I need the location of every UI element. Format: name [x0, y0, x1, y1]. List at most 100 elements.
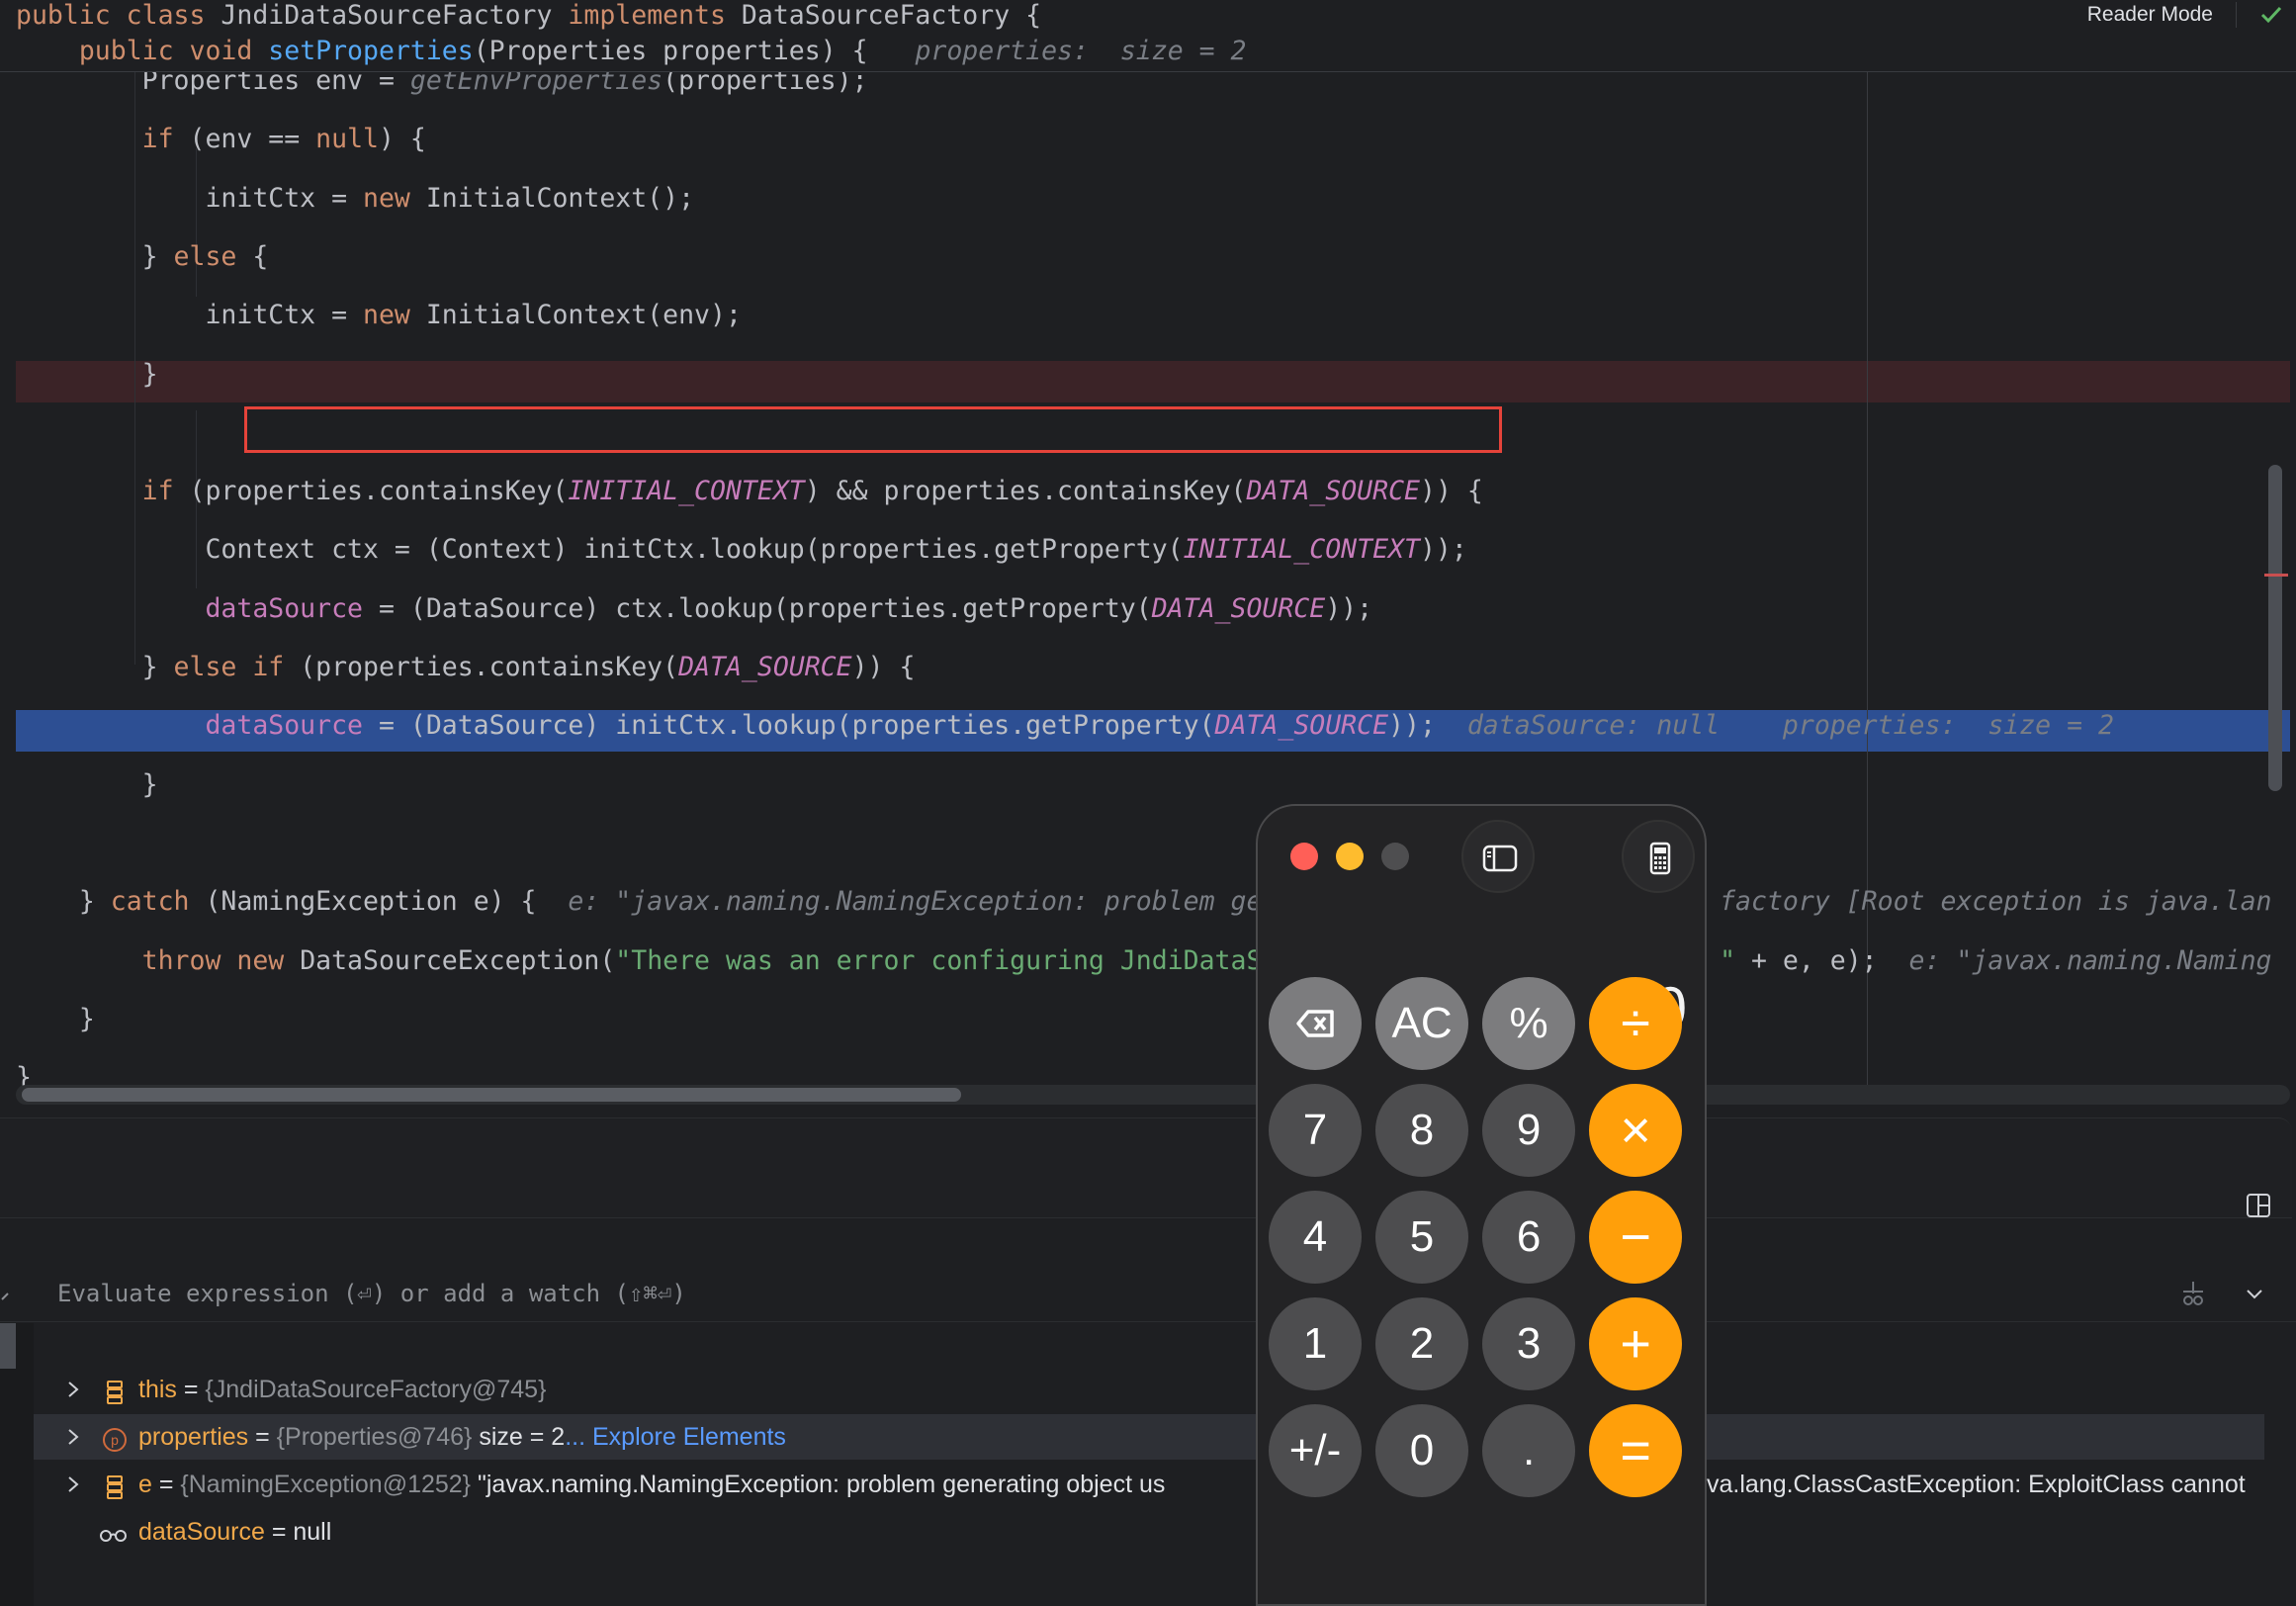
- variable-value: null: [293, 1518, 332, 1546]
- chevron-down-icon[interactable]: [2243, 1282, 2266, 1305]
- inline-debug-hint: e: "javax.naming.Naming: [1908, 945, 2272, 976]
- code-line[interactable]: if (properties.containsKey(INITIAL_CONTE…: [16, 470, 2296, 513]
- code-token: JndiDataSourceFactory: [221, 0, 569, 31]
- code-line[interactable]: initCtx = new InitialContext();: [16, 177, 2296, 221]
- variable-equals: =: [248, 1423, 277, 1451]
- code-token: (env ==: [189, 124, 316, 154]
- reader-mode-button[interactable]: Reader Mode: [2087, 0, 2213, 30]
- calc-key-6[interactable]: 6: [1482, 1191, 1576, 1285]
- window-minimize-button[interactable]: [1336, 843, 1364, 870]
- calc-key-backspace[interactable]: [1269, 977, 1362, 1070]
- code-token: ));: [1325, 593, 1373, 624]
- code-token: (Properties properties) {: [473, 36, 916, 66]
- calc-key-5[interactable]: 5: [1375, 1191, 1469, 1285]
- code-token: (properties.containsKey(: [189, 476, 569, 506]
- code-token: }: [16, 1004, 95, 1034]
- window-close-button[interactable]: [1290, 843, 1318, 870]
- field-stack-icon: [101, 1471, 129, 1499]
- watch-glasses-icon: [97, 1518, 127, 1546]
- code-editor[interactable]: Properties env = getEnvProperties(proper…: [0, 0, 2296, 1108]
- calc-key-subtract[interactable]: −: [1589, 1191, 1683, 1285]
- calc-key-8[interactable]: 8: [1375, 1084, 1469, 1178]
- code-token: initCtx =: [16, 183, 363, 214]
- code-token: (NamingException e) {: [205, 886, 569, 917]
- calc-key-7[interactable]: 7: [1269, 1084, 1362, 1178]
- calc-key-all-clear[interactable]: AC: [1375, 977, 1469, 1070]
- explore-elements-link[interactable]: ... Explore Elements: [565, 1423, 786, 1451]
- calc-key-decimal[interactable]: .: [1482, 1404, 1576, 1498]
- code-line[interactable]: [16, 822, 2296, 865]
- chevron-icon[interactable]: [0, 1282, 14, 1305]
- backspace-icon: [1296, 1010, 1334, 1037]
- sticky-method-header[interactable]: public void setProperties(Properties pro…: [0, 36, 2296, 72]
- calc-key-divide[interactable]: ÷: [1589, 977, 1683, 1070]
- variable-name: e: [138, 1471, 152, 1498]
- parameter-icon: p: [101, 1423, 129, 1452]
- code-line[interactable]: }: [16, 353, 2296, 397]
- variable-reference: {JndiDataSourceFactory@745}: [205, 1376, 547, 1403]
- code-line[interactable]: } else if (properties.containsKey(DATA_S…: [16, 646, 2296, 689]
- code-token: {: [252, 241, 269, 272]
- inspection-ok-check-icon[interactable]: [2256, 0, 2286, 30]
- chevron-right-icon[interactable]: [65, 1473, 81, 1495]
- variable-row-dataSource[interactable]: dataSource = null: [0, 1509, 2264, 1555]
- code-token: DataSourceException(: [300, 945, 616, 976]
- code-token: implements: [568, 0, 742, 31]
- calc-key-percent[interactable]: %: [1482, 977, 1576, 1070]
- horizontal-scrollbar-thumb[interactable]: [22, 1088, 961, 1102]
- horizontal-scrollbar[interactable]: [16, 1085, 2290, 1105]
- calc-key-4[interactable]: 4: [1269, 1191, 1362, 1285]
- calc-key-plus-minus[interactable]: +/-: [1269, 1404, 1362, 1498]
- code-line[interactable]: initCtx = new InitialContext(env);: [16, 294, 2296, 337]
- code-token: dataSource: [205, 593, 363, 624]
- variable-row-this[interactable]: this = {JndiDataSourceFactory@745}: [0, 1367, 2264, 1412]
- chevron-right-icon[interactable]: [65, 1379, 81, 1400]
- calc-key-9[interactable]: 9: [1482, 1084, 1576, 1178]
- calc-key-1[interactable]: 1: [1269, 1297, 1362, 1391]
- chevron-right-icon[interactable]: [65, 1426, 81, 1448]
- code-token: public class: [16, 0, 221, 31]
- code-token: if: [141, 124, 190, 154]
- code-line[interactable]: }: [16, 998, 2296, 1041]
- code-line[interactable]: dataSource = (DataSource) ctx.lookup(pro…: [16, 587, 2296, 631]
- code-token: }: [16, 652, 174, 682]
- code-token: ));: [1419, 534, 1467, 565]
- code-line[interactable]: }: [16, 763, 2296, 807]
- calc-key-3[interactable]: 3: [1482, 1297, 1576, 1391]
- code-token: }: [16, 241, 174, 272]
- vertical-scrollbar-thumb[interactable]: [2268, 465, 2282, 791]
- code-line[interactable]: Context ctx = (Context) initCtx.lookup(p…: [16, 528, 2296, 572]
- code-token: DATA_SOURCE: [1214, 710, 1389, 741]
- variable-row-e[interactable]: e = {NamingException@1252} "javax.naming…: [0, 1462, 2264, 1507]
- code-line[interactable]: } catch (NamingException e) { e: "javax.…: [16, 880, 2296, 924]
- variable-name: dataSource: [138, 1518, 265, 1546]
- calculator-mode-button[interactable]: [1622, 820, 1695, 893]
- calc-key-0[interactable]: 0: [1375, 1404, 1469, 1498]
- layout-settings-icon[interactable]: [2245, 1192, 2272, 1219]
- error-stripe-marker[interactable]: [2264, 574, 2288, 577]
- code-line[interactable]: dataSource = (DataSource) initCtx.lookup…: [16, 704, 2296, 748]
- variable-row-properties[interactable]: p properties = {Properties@746} size = 2.…: [34, 1414, 2264, 1460]
- code-token: )) {: [851, 652, 916, 682]
- calc-key-2[interactable]: 2: [1375, 1297, 1469, 1391]
- add-watch-icon[interactable]: [2179, 1280, 2207, 1307]
- calc-key-add[interactable]: +: [1589, 1297, 1683, 1391]
- calc-key-equals[interactable]: =: [1589, 1404, 1683, 1498]
- code-token: if: [141, 476, 190, 506]
- code-line[interactable]: if (env == null) {: [16, 118, 2296, 161]
- code-token: INITIAL_CONTEXT: [1183, 534, 1420, 565]
- variable-name: properties: [138, 1423, 249, 1451]
- field-stack-icon: [101, 1376, 129, 1404]
- code-line[interactable]: throw new DataSourceException("There was…: [16, 939, 2296, 983]
- code-token: public void: [78, 36, 269, 66]
- sidebar-toggle-button[interactable]: [1461, 820, 1535, 893]
- calculator-window[interactable]: 0 AC%÷789×456−123++/-0.=: [1256, 804, 1707, 1606]
- calc-key-multiply[interactable]: ×: [1589, 1084, 1683, 1178]
- evaluate-expression-row[interactable]: Evaluate expression (⏎) or add a watch (…: [0, 1266, 2296, 1322]
- variable-equals: =: [264, 1518, 294, 1546]
- evaluate-expression-input[interactable]: Evaluate expression (⏎) or add a watch (…: [57, 1266, 686, 1321]
- code-line[interactable]: } else {: [16, 235, 2296, 279]
- code-token: setProperties: [268, 36, 474, 66]
